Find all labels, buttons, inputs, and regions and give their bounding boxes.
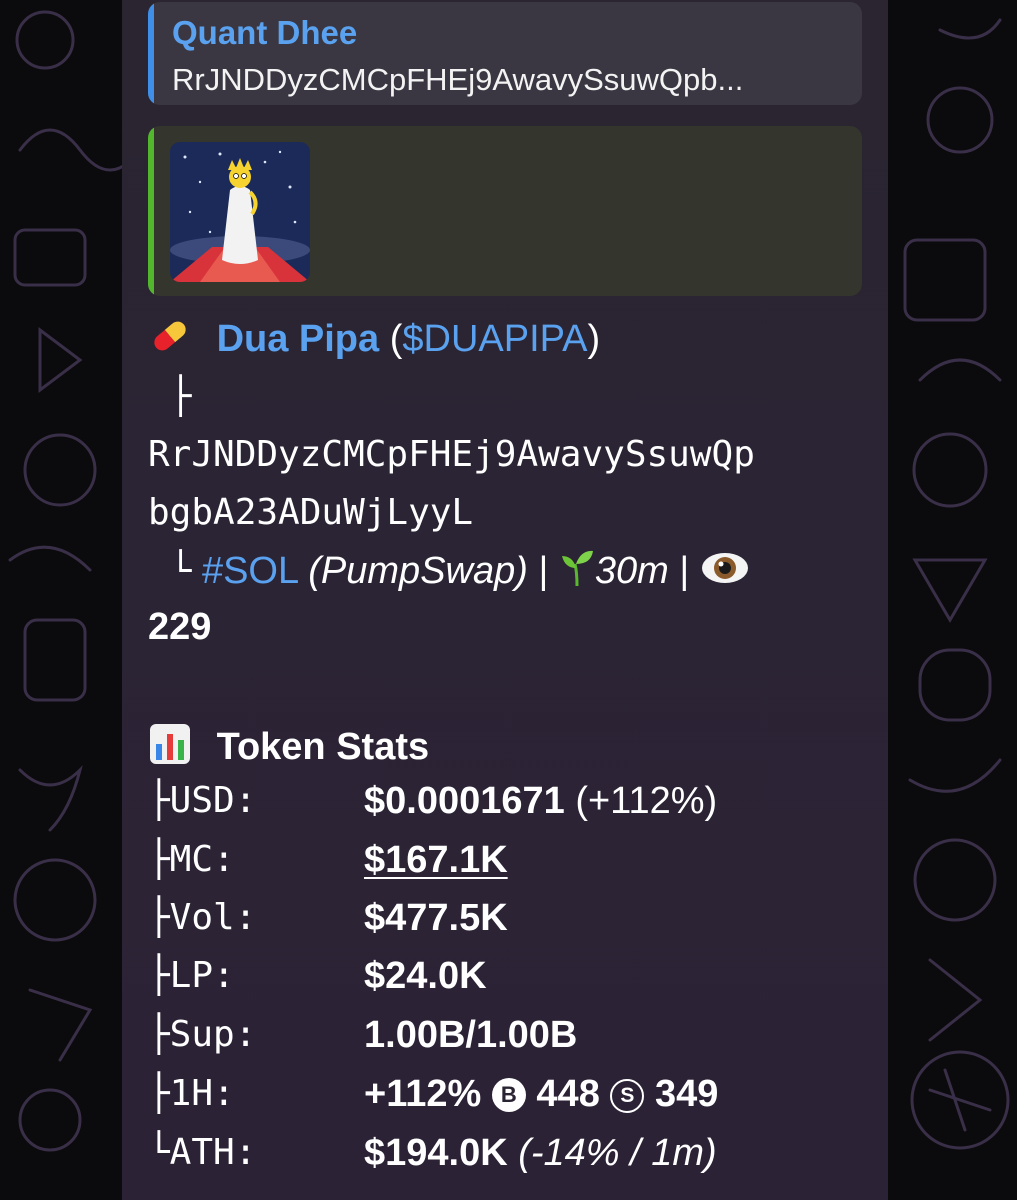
- stat-key-sup: ├Sup:: [148, 1014, 257, 1055]
- stat-value-ath: $194.0K (-14% / 1m): [364, 1132, 717, 1174]
- sells-icon: S: [610, 1079, 645, 1113]
- token-artwork-image[interactable]: [170, 142, 310, 282]
- preview-accent-bar: [148, 126, 154, 296]
- stat-row-mc: ├MC: $167.1K: [148, 839, 868, 899]
- message-bubble: Quant Dhee RrJNDDyzCMCpFHEj9AwavySsuwQpb…: [122, 0, 888, 1200]
- token-name-link[interactable]: Dua Pipa: [217, 318, 380, 360]
- paren-open: (: [389, 318, 403, 361]
- pill-icon: [148, 314, 192, 368]
- contract-address-line2[interactable]: bgbA23ADuWjLyyL: [148, 492, 473, 533]
- stat-key-lp: ├LP:: [148, 955, 235, 996]
- token-age: 30m: [594, 550, 669, 593]
- stat-value-sup: 1.00B/1.00B: [364, 1014, 578, 1056]
- reply-quote[interactable]: Quant Dhee RrJNDDyzCMCpFHEj9AwavySsuwQpb…: [148, 2, 862, 105]
- token-stats-header: Token Stats: [148, 722, 429, 776]
- token-stats-title: Token Stats: [216, 726, 430, 769]
- stat-row-ath: └ATH: $194.0K (-14% / 1m): [148, 1132, 868, 1192]
- chain-hashtag-link[interactable]: #SOL: [202, 550, 298, 592]
- separator: |: [679, 550, 690, 593]
- contract-address-line1[interactable]: RrJNDDyzCMCpFHEj9AwavySsuwQp: [148, 434, 755, 475]
- tree-end-char: └: [169, 551, 192, 593]
- view-count: 229: [148, 606, 212, 648]
- chain-info-line: └ #SOL (PumpSwap) | 30m |: [148, 548, 750, 598]
- stat-key-1h: ├1H:: [148, 1073, 235, 1114]
- ticker-link[interactable]: $DUAPIPA: [402, 318, 587, 360]
- dex-name: (PumpSwap): [308, 550, 528, 593]
- eye-icon: [700, 550, 750, 596]
- stat-row-1h: ├1H: +112% B 448 S 349: [148, 1073, 868, 1133]
- stat-row-vol: ├Vol: $477.5K: [148, 897, 868, 957]
- reply-author-name: Quant Dhee: [172, 14, 358, 51]
- link-preview[interactable]: [148, 126, 862, 296]
- stat-key-usd: ├USD:: [148, 780, 257, 821]
- paren-close: ): [587, 318, 601, 361]
- token-title-line: Dua Pipa ($DUAPIPA): [148, 314, 600, 368]
- sell-count: 349: [654, 1073, 719, 1115]
- one-hour-change: +112%: [364, 1073, 482, 1115]
- stat-row-usd: ├USD: $0.0001671 (+112%): [148, 780, 868, 840]
- separator: |: [538, 550, 549, 593]
- stat-key-ath: └ATH:: [148, 1132, 257, 1173]
- stat-value-usd: $0.0001671 (+112%): [364, 780, 718, 822]
- reply-accent-bar: [148, 2, 154, 105]
- buys-icon: B: [491, 1078, 526, 1112]
- tree-branch-char: ├: [169, 376, 192, 417]
- stat-row-sup: ├Sup: 1.00B/1.00B: [148, 1014, 868, 1074]
- bar-chart-icon: [148, 722, 192, 776]
- stat-key-vol: ├Vol:: [148, 897, 257, 938]
- stat-value-vol: $477.5K: [364, 897, 508, 939]
- stat-row-lp: ├LP: $24.0K: [148, 955, 868, 1015]
- buy-count: 448: [536, 1073, 600, 1115]
- stat-value-mc-link[interactable]: $167.1K: [364, 839, 508, 882]
- reply-snippet: RrJNDDyzCMCpFHEj9AwavySsuwQpb...: [172, 62, 744, 97]
- seedling-icon: [559, 548, 595, 598]
- stat-value-1h: +112% B 448 S 349: [364, 1073, 718, 1116]
- stat-key-mc: ├MC:: [148, 839, 235, 880]
- stat-value-lp: $24.0K: [364, 955, 487, 997]
